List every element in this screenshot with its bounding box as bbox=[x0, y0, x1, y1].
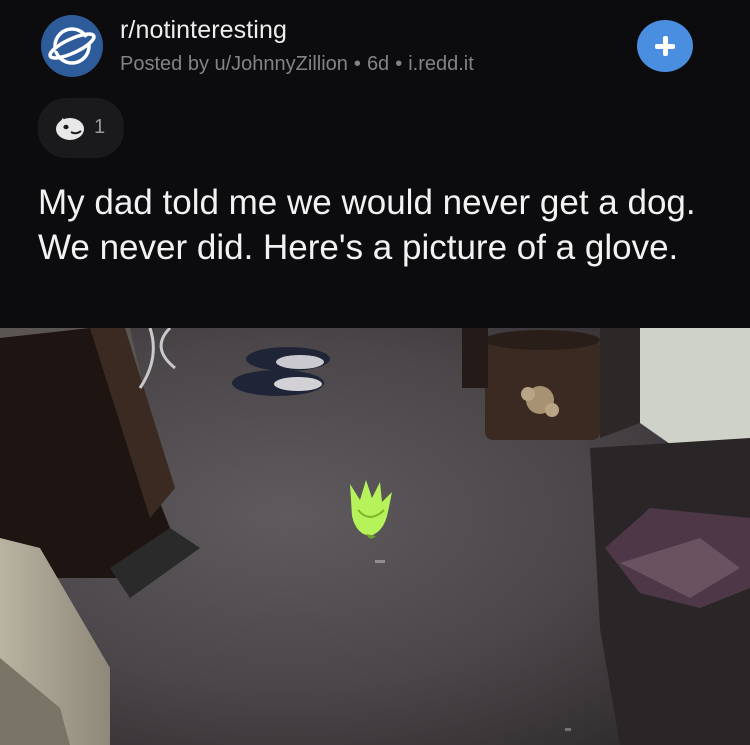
post-author[interactable]: Posted by u/JohnnyZillion bbox=[120, 53, 348, 75]
post-image[interactable] bbox=[0, 328, 750, 745]
post-meta: Posted by u/JohnnyZillion • 6d • i.redd.it bbox=[120, 53, 474, 76]
post-title[interactable]: My dad told me we would never get a dog.… bbox=[38, 180, 728, 270]
award-count: 1 bbox=[94, 116, 106, 138]
meta-separator: • bbox=[395, 53, 403, 75]
reddit-post-card: r/notinteresting Posted by u/JohnnyZilli… bbox=[0, 0, 750, 745]
join-button[interactable] bbox=[637, 20, 693, 72]
post-domain[interactable]: i.redd.it bbox=[408, 53, 474, 75]
glove-photo bbox=[0, 328, 750, 745]
plus-icon-bar bbox=[662, 36, 668, 56]
subreddit-avatar[interactable] bbox=[40, 14, 104, 78]
planet-icon bbox=[41, 15, 103, 77]
award-badge[interactable]: 1 bbox=[38, 98, 124, 158]
post-age: 6d bbox=[366, 53, 390, 75]
meta-separator: • bbox=[353, 53, 361, 75]
subreddit-name[interactable]: r/notinteresting bbox=[120, 16, 287, 45]
award-icon bbox=[56, 118, 84, 140]
